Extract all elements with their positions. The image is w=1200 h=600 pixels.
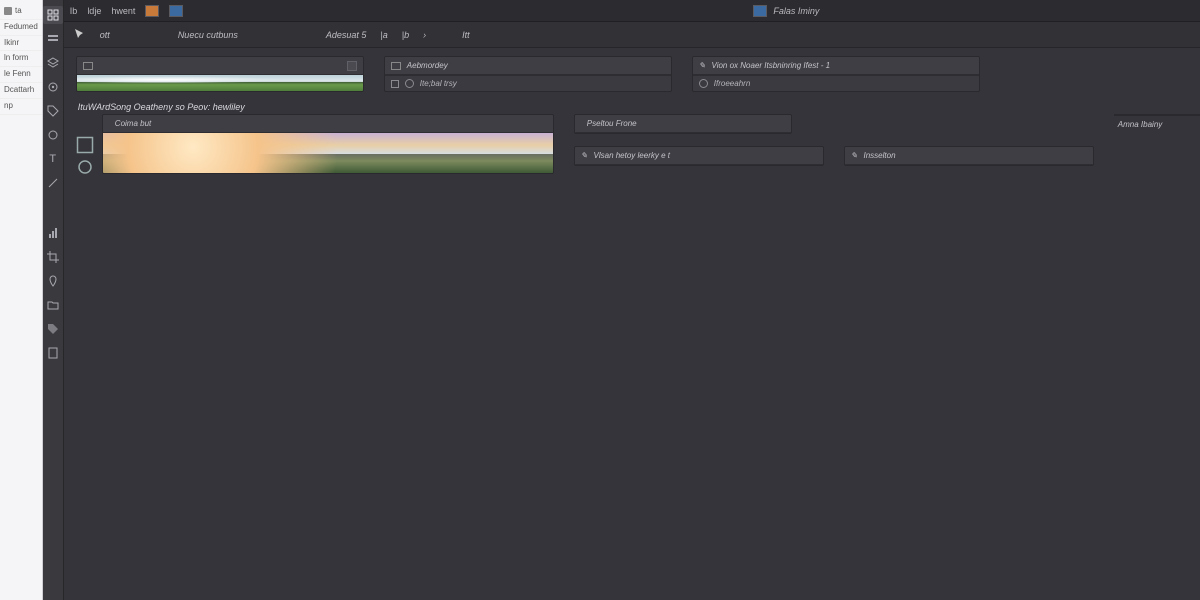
image-panel[interactable]: ✎ Vion ox Noaer Itsbninring Ifest - 1 If… [692, 56, 980, 92]
nav-item[interactable]: np [0, 99, 42, 115]
grid-button-icon[interactable] [347, 61, 357, 71]
nav-label: np [4, 102, 13, 111]
main: Ib ldje hwent Falas Iminy ott Nuecu cutb… [64, 0, 1200, 600]
nav-label: le Fenn [4, 70, 31, 79]
pen-icon: ✎ [581, 151, 588, 160]
nav-item[interactable]: Dcattarh [0, 83, 42, 99]
nav-item[interactable]: Fedumed [0, 20, 42, 36]
nav-strip: ta Fedumed Ikinr ln form le Fenn Dcattar… [0, 0, 43, 600]
thumbnail-image[interactable] [1114, 114, 1200, 116]
panel-footer: Ifroeeahrn [693, 75, 979, 91]
panel-header [77, 57, 363, 75]
menu-item[interactable]: ldje [87, 6, 101, 16]
options-toolbar: ott Nuecu cutbuns Adesuat 5 |a |b › Itt [64, 22, 1200, 48]
adjust-label: Adesuat 5 [326, 30, 367, 40]
thumb-caption: Amna Ibainy [1118, 120, 1162, 129]
image-panel[interactable]: Aebmordey Ite;bal trsy [384, 56, 672, 92]
tool-target-icon[interactable] [43, 78, 63, 96]
pen-icon: ✎ [699, 61, 706, 70]
tool-text-icon[interactable]: T [43, 150, 63, 168]
nav-label: ln form [4, 54, 28, 63]
panel-footer: Ite;bal trsy [385, 75, 671, 91]
image-panel[interactable]: ✎ Vlsan hetoy leerky e t [574, 146, 824, 166]
content-area: Aebmordey Ite;bal trsy ✎ Vion ox Noaer I… [64, 48, 1200, 600]
tool-doc-icon[interactable] [43, 344, 63, 362]
panel-caption: Ite;bal trsy [420, 79, 457, 88]
panel-header: ✎ Insselton [845, 147, 1093, 165]
toolbar-glyph[interactable]: |a [380, 30, 387, 40]
image-panel[interactable]: ✎ Insselton [844, 146, 1094, 166]
nav-item[interactable]: ln form [0, 51, 42, 67]
swatch-icon[interactable] [169, 5, 183, 17]
panel-header: Aebmordey [385, 57, 671, 75]
nav-item[interactable]: Ikinr [0, 36, 42, 52]
gutter-icon[interactable] [76, 158, 94, 174]
tool-marker-icon[interactable] [43, 272, 63, 290]
tool-rail: T [43, 0, 64, 600]
panel-icon [391, 62, 401, 70]
thumbnail-row: Aebmordey Ite;bal trsy ✎ Vion ox Noaer I… [64, 48, 1200, 96]
thumbnail-row: Coima but Pseltou Frone [64, 112, 1200, 178]
nav-label: Dcattarh [4, 86, 34, 95]
panel-title: Vion ox Noaer Itsbninring Ifest - 1 [712, 61, 831, 70]
gutter-icon[interactable] [76, 136, 94, 152]
nav-label: Fedumed [4, 23, 38, 32]
nav-label: ta [15, 7, 22, 16]
toolbar-glyph[interactable]: |b [402, 30, 409, 40]
nav-item[interactable]: ta [0, 4, 42, 20]
window-title: Falas Iminy [773, 6, 819, 16]
tool-name-label: ott [100, 30, 110, 40]
app-icon [753, 5, 767, 17]
panel-title: Coima but [115, 119, 151, 128]
image-panel[interactable]: Pseltou Frone [574, 114, 792, 134]
nav-item[interactable]: le Fenn [0, 67, 42, 83]
field-label: Nuecu cutbuns [178, 30, 238, 40]
panel-gutter [76, 114, 98, 174]
panel-header: Coima but [103, 115, 553, 133]
tool-circle-icon[interactable] [43, 126, 63, 144]
tool-folder-icon[interactable] [43, 296, 63, 314]
tool-stack-icon[interactable] [43, 30, 63, 48]
nav-icon [4, 7, 12, 15]
checkbox-icon[interactable] [391, 80, 399, 88]
nav-label: Ikinr [4, 39, 19, 48]
tool-tag-icon[interactable] [43, 320, 63, 338]
tool-grid-icon[interactable] [43, 6, 63, 24]
info-icon[interactable] [405, 79, 414, 88]
menubar: Ib ldje hwent Falas Iminy [64, 0, 1200, 22]
tool-label-icon[interactable] [43, 102, 63, 120]
chevron-right-icon[interactable]: › [423, 30, 426, 40]
swatch-icon[interactable] [145, 5, 159, 17]
panel-header: Pseltou Frone [575, 115, 791, 133]
panel-title: Aebmordey [407, 61, 448, 70]
image-panel[interactable] [76, 56, 364, 92]
panel-caption: Ifroeeahrn [714, 79, 750, 88]
panel-title: Vlsan hetoy leerky e t [594, 151, 670, 160]
panel-icon [83, 62, 93, 70]
thumbnail-image[interactable] [103, 133, 553, 173]
section-label: ItuWArdSong Oeatheny so Peov: hewliley [64, 96, 1200, 112]
cursor-icon[interactable] [74, 28, 86, 42]
tool-line-icon[interactable] [43, 174, 63, 192]
panel-header: ✎ Vlsan hetoy leerky e t [575, 147, 823, 165]
info-icon[interactable] [699, 79, 708, 88]
tool-levels-icon[interactable] [43, 224, 63, 242]
tool-crop-icon[interactable] [43, 248, 63, 266]
window-title-group: Falas Iminy [753, 5, 819, 17]
menu-item[interactable]: hwent [111, 6, 135, 16]
thumbnail-image[interactable] [77, 75, 363, 91]
panel-title: Pseltou Frone [587, 119, 637, 128]
image-panel-large[interactable]: Coima but [102, 114, 554, 174]
tool-layers-icon[interactable] [43, 54, 63, 72]
menu-item[interactable]: Ib [70, 6, 78, 16]
pen-icon: ✎ [851, 151, 858, 160]
section-header-label: Itt [462, 30, 470, 40]
panel-title: Insselton [864, 151, 896, 160]
panel-header: ✎ Vion ox Noaer Itsbninring Ifest - 1 [693, 57, 979, 75]
